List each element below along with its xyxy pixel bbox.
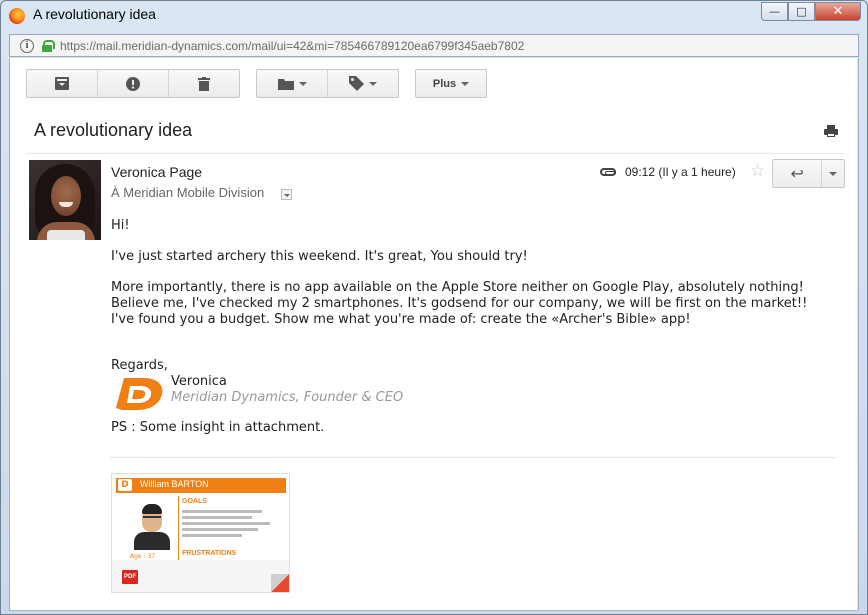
more-button-label: Plus bbox=[432, 77, 457, 90]
subject-divider bbox=[26, 153, 844, 154]
persona-goal-line bbox=[182, 534, 242, 537]
window-title: A revolutionary idea bbox=[33, 6, 156, 22]
mail-content: Plus A revolutionary idea Veronica Page … bbox=[9, 58, 859, 611]
chevron-down-icon bbox=[369, 81, 377, 86]
move-to-button[interactable] bbox=[257, 70, 328, 97]
message-subject: A revolutionary idea bbox=[34, 120, 193, 140]
message-paragraph-1: I've just started archery this weekend. … bbox=[111, 249, 528, 264]
print-icon[interactable] bbox=[824, 125, 838, 137]
more-button-group: Plus bbox=[415, 69, 487, 98]
page-fold-shadow bbox=[271, 574, 289, 592]
tag-icon bbox=[349, 76, 364, 91]
show-details-dropdown[interactable] bbox=[281, 189, 292, 200]
more-button[interactable]: Plus bbox=[416, 70, 486, 97]
paperclip-icon bbox=[600, 168, 616, 176]
persona-name: William BARTON bbox=[140, 479, 209, 489]
chevron-down-icon bbox=[829, 171, 838, 176]
window-controls: — □ ✕ bbox=[761, 2, 861, 21]
company-logo bbox=[116, 378, 163, 410]
archive-button[interactable] bbox=[27, 70, 98, 97]
sender-avatar[interactable] bbox=[29, 160, 101, 240]
persona-goal-line bbox=[182, 522, 270, 525]
persona-divider bbox=[178, 496, 179, 560]
chevron-down-icon bbox=[298, 81, 307, 86]
message-paragraph-2-line-2: Believe me, I've checked my 2 smartphone… bbox=[111, 296, 808, 311]
star-icon[interactable]: ☆ bbox=[750, 161, 765, 181]
chevron-down-icon bbox=[461, 81, 470, 86]
pdf-icon: PDF bbox=[122, 570, 138, 584]
recipient-line: À Meridian Mobile Division bbox=[111, 185, 265, 200]
scrollbar-edge bbox=[857, 58, 858, 611]
minimize-button[interactable]: — bbox=[761, 2, 788, 21]
address-bar[interactable]: i https://mail.meridian-dynamics.com/mai… bbox=[9, 34, 859, 57]
title-bar: A revolutionary idea — □ ✕ bbox=[1, 1, 867, 31]
lock-icon[interactable] bbox=[42, 39, 55, 52]
archive-icon bbox=[55, 77, 69, 90]
labels-button[interactable] bbox=[328, 70, 398, 97]
attachment-divider bbox=[111, 457, 837, 458]
persona-illustration bbox=[130, 498, 174, 550]
persona-goals-label: GOALS bbox=[182, 498, 207, 505]
persona-header: D William BARTON bbox=[116, 478, 286, 493]
persona-frustrations-label: FRUSTRATIONS bbox=[182, 550, 237, 557]
sender-name[interactable]: Veronica Page bbox=[111, 164, 202, 180]
reply-icon: ↩ bbox=[790, 164, 804, 183]
message-ps: PS : Some insight in attachment. bbox=[111, 420, 325, 435]
maximize-button[interactable]: □ bbox=[788, 2, 815, 21]
report-spam-icon bbox=[126, 76, 140, 91]
persona-age: Age : 37 bbox=[130, 553, 156, 560]
persona-goal-line bbox=[182, 516, 252, 519]
delete-button[interactable] bbox=[169, 70, 239, 97]
signature-regards: Regards, bbox=[111, 358, 168, 373]
url-text[interactable]: https://mail.meridian-dynamics.com/mail/… bbox=[60, 39, 524, 53]
trash-icon bbox=[198, 76, 210, 91]
attachment-footer: PDF bbox=[112, 560, 289, 592]
folder-icon bbox=[277, 78, 294, 90]
message-paragraph-2-line-3: I've found you a budget. Show me what yo… bbox=[111, 312, 691, 327]
persona-goal-line bbox=[182, 528, 258, 531]
persona-goal-line bbox=[182, 510, 262, 513]
info-icon[interactable]: i bbox=[20, 38, 34, 53]
browser-window: A revolutionary idea — □ ✕ i https://mai… bbox=[0, 0, 868, 615]
report-spam-button[interactable] bbox=[98, 70, 169, 97]
message-greeting: Hi! bbox=[111, 218, 130, 233]
attachment-thumbnail: D William BARTON Age : 37 GOALS FRUSTRAT… bbox=[116, 478, 286, 560]
signature-title: Meridian Dynamics, Founder & CEO bbox=[171, 390, 404, 405]
reply-button-group: ↩ bbox=[772, 159, 845, 188]
more-actions-button[interactable] bbox=[822, 160, 844, 187]
persona-logo: D bbox=[118, 479, 132, 491]
message-time: 09:12 (Il y a 1 heure) bbox=[625, 165, 736, 179]
reply-button[interactable]: ↩ bbox=[773, 160, 823, 187]
close-button[interactable]: ✕ bbox=[815, 2, 861, 21]
organize-button-group bbox=[256, 69, 399, 98]
firefox-icon bbox=[9, 8, 25, 24]
signature-name: Veronica bbox=[171, 374, 227, 389]
action-button-group bbox=[26, 69, 240, 98]
attachment-card[interactable]: D William BARTON Age : 37 GOALS FRUSTRAT… bbox=[111, 473, 290, 593]
message-paragraph-2-line-1: More importantly, there is no app availa… bbox=[111, 280, 804, 295]
